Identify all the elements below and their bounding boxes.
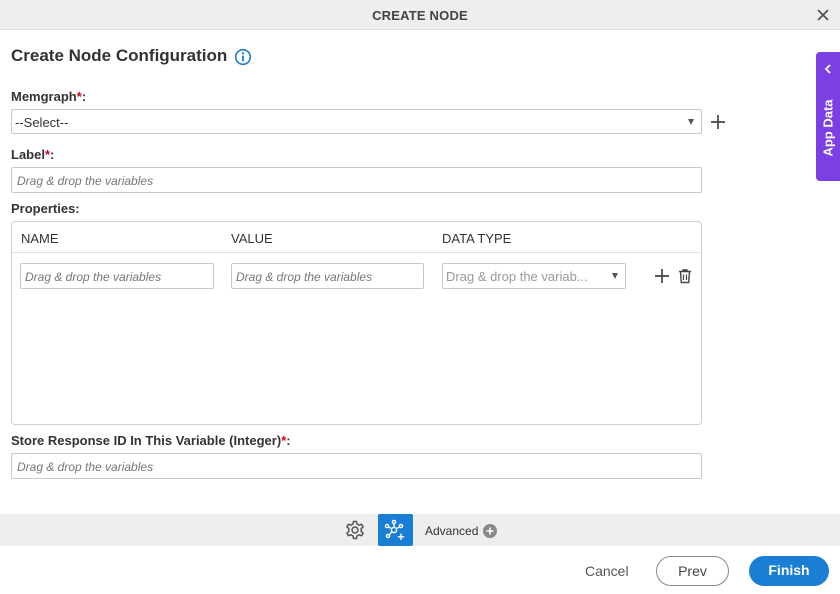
app-data-panel-tab[interactable]: App Data [816,52,840,181]
delete-row-icon[interactable] [677,268,693,284]
dialog-title: CREATE NODE [372,8,468,23]
cancel-button[interactable]: Cancel [585,563,629,579]
memgraph-select[interactable]: --Select-- [11,109,702,134]
column-header-name: NAME [21,231,59,246]
properties-label: Properties: [11,201,80,216]
prev-button[interactable]: Prev [656,556,729,586]
caret-down-icon [612,273,618,279]
plus-circle-icon[interactable] [483,524,497,538]
add-memgraph-button[interactable] [710,114,726,130]
memgraph-label: Memgraph*: [11,89,87,104]
page-title: Create Node Configuration [11,46,228,65]
table-header: NAME VALUE DATA TYPE [12,222,701,253]
label-input[interactable]: Drag & drop the variables [11,167,702,193]
app-data-label: App Data [820,99,836,157]
bottom-toolbar: Advanced [0,514,840,546]
dialog-title-bar: CREATE NODE [0,0,840,30]
close-icon[interactable] [816,8,830,22]
property-value-input[interactable]: Drag & drop the variables [231,263,424,289]
label-field-label: Label*: [11,147,55,162]
store-response-input[interactable]: Drag & drop the variables [11,453,702,479]
properties-table: NAME VALUE DATA TYPE Drag & drop the var… [11,221,702,425]
chevron-left-icon [822,62,834,74]
advanced-label[interactable]: Advanced [425,524,478,538]
caret-down-icon [688,119,694,125]
create-node-icon[interactable] [378,514,413,546]
column-header-value: VALUE [231,231,273,246]
finish-button[interactable]: Finish [749,556,829,586]
property-name-input[interactable]: Drag & drop the variables [20,263,214,289]
column-header-data-type: DATA TYPE [442,231,512,246]
store-response-label: Store Response ID In This Variable (Inte… [11,433,291,448]
info-icon[interactable] [234,48,252,66]
gear-icon[interactable] [344,519,366,541]
add-property-row-button[interactable] [654,268,670,284]
data-type-placeholder: Drag & drop the variab... [446,269,588,284]
property-data-type-select[interactable]: Drag & drop the variab... [442,263,626,289]
memgraph-select-value: --Select-- [15,115,69,130]
